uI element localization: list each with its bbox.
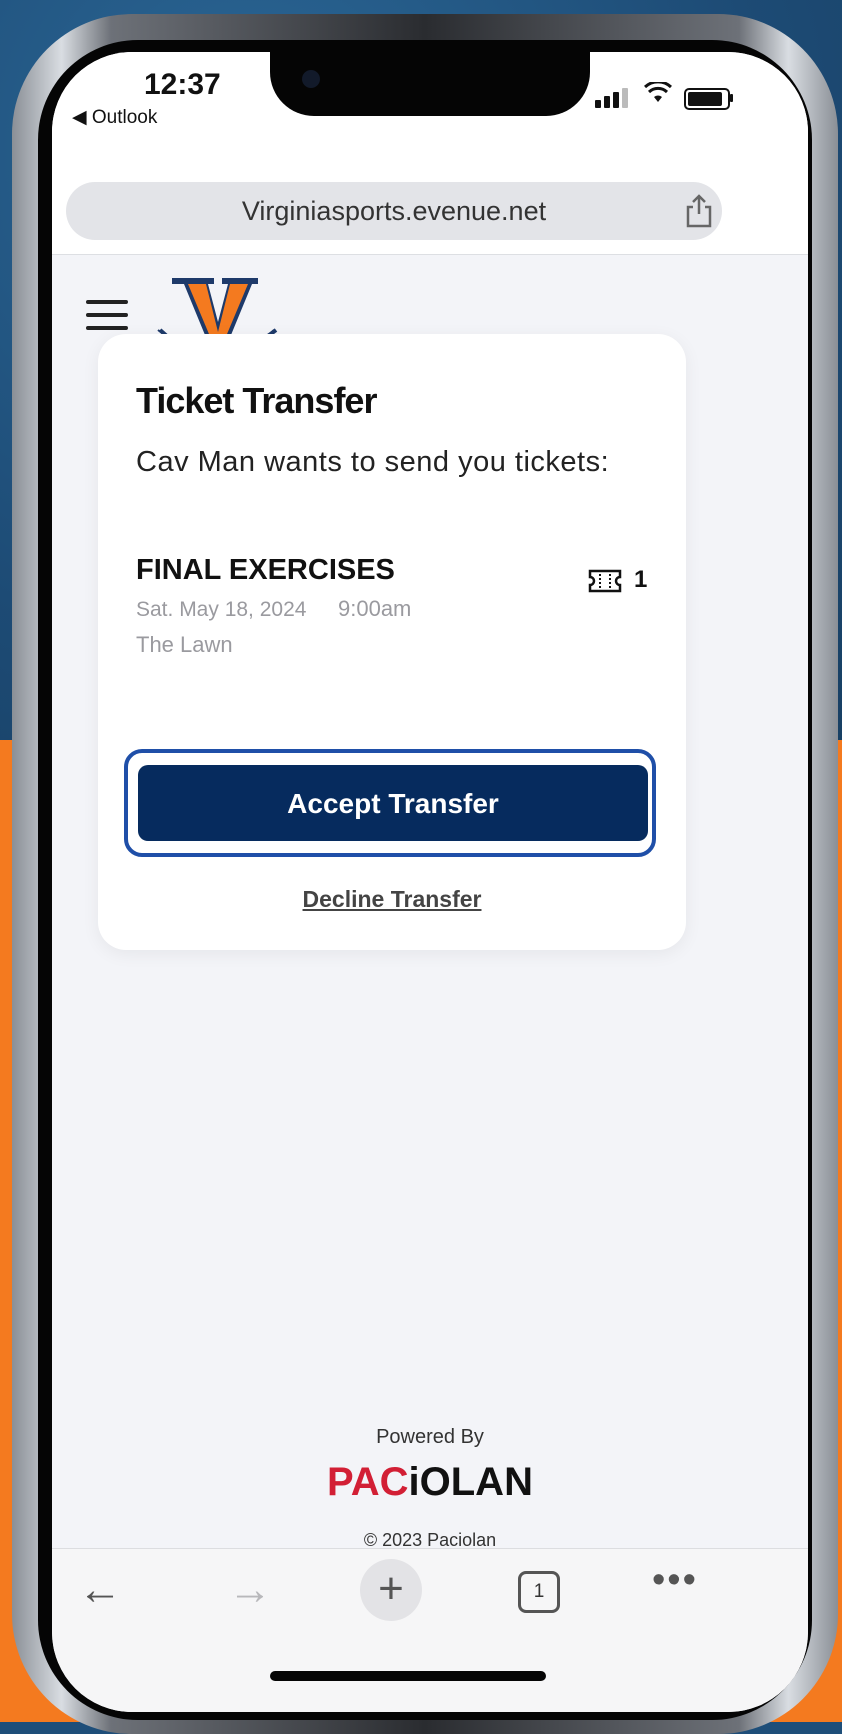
card-title: Ticket Transfer bbox=[136, 380, 377, 421]
battery-tip bbox=[730, 94, 733, 102]
url-text[interactable]: Virginiasports.evenue.net bbox=[66, 182, 722, 240]
arrow-left-icon[interactable]: ← bbox=[78, 1565, 122, 1615]
accept-transfer-button[interactable]: Accept Transfer bbox=[138, 765, 648, 841]
event-time: 9:00am bbox=[338, 596, 412, 621]
paciolan-logo: PACiOLAN bbox=[52, 1460, 808, 1505]
hamburger-icon[interactable] bbox=[86, 300, 128, 339]
home-indicator bbox=[270, 1671, 546, 1681]
event-name: FINAL EXERCISES bbox=[136, 554, 395, 586]
status-bar: 12:37 ◀ Outlook bbox=[52, 52, 808, 142]
event-venue: The Lawn bbox=[136, 632, 233, 657]
tabs-icon[interactable]: 1 bbox=[518, 1571, 560, 1613]
ticket-transfer-card: Ticket Transfer Cav Man wants to send yo… bbox=[98, 334, 686, 950]
share-icon[interactable] bbox=[684, 194, 714, 228]
browser-address-area: Virginiasports.evenue.net bbox=[52, 142, 808, 255]
paciolan-logo-part1: PAC bbox=[327, 1460, 409, 1504]
ticket-icon bbox=[588, 569, 622, 593]
cellular-signal-icon bbox=[595, 88, 631, 108]
address-bar[interactable]: Virginiasports.evenue.net bbox=[66, 182, 722, 240]
plus-icon[interactable]: + bbox=[360, 1559, 422, 1621]
battery-icon bbox=[684, 88, 730, 110]
powered-by-label: Powered By bbox=[376, 1426, 484, 1448]
phone-screen: 12:37 ◀ Outlook Virginiasports.evenue.ne… bbox=[52, 52, 808, 1712]
decline-transfer-link[interactable]: Decline Transfer bbox=[98, 886, 686, 913]
back-to-app-link[interactable]: ◀ Outlook bbox=[72, 106, 157, 129]
arrow-right-icon[interactable]: → bbox=[228, 1565, 272, 1615]
ticket-count: 1 bbox=[634, 566, 648, 593]
event-date: Sat. May 18, 2024 bbox=[136, 598, 307, 621]
front-camera bbox=[302, 70, 320, 88]
browser-toolbar: ← → + 1 ••• bbox=[52, 1548, 808, 1712]
transfer-message: Cav Man wants to send you tickets: bbox=[136, 446, 610, 478]
more-icon[interactable]: ••• bbox=[652, 1559, 698, 1602]
paciolan-logo-part2: iOLAN bbox=[408, 1460, 533, 1504]
status-time: 12:37 bbox=[144, 68, 221, 101]
wifi-icon bbox=[643, 80, 673, 111]
